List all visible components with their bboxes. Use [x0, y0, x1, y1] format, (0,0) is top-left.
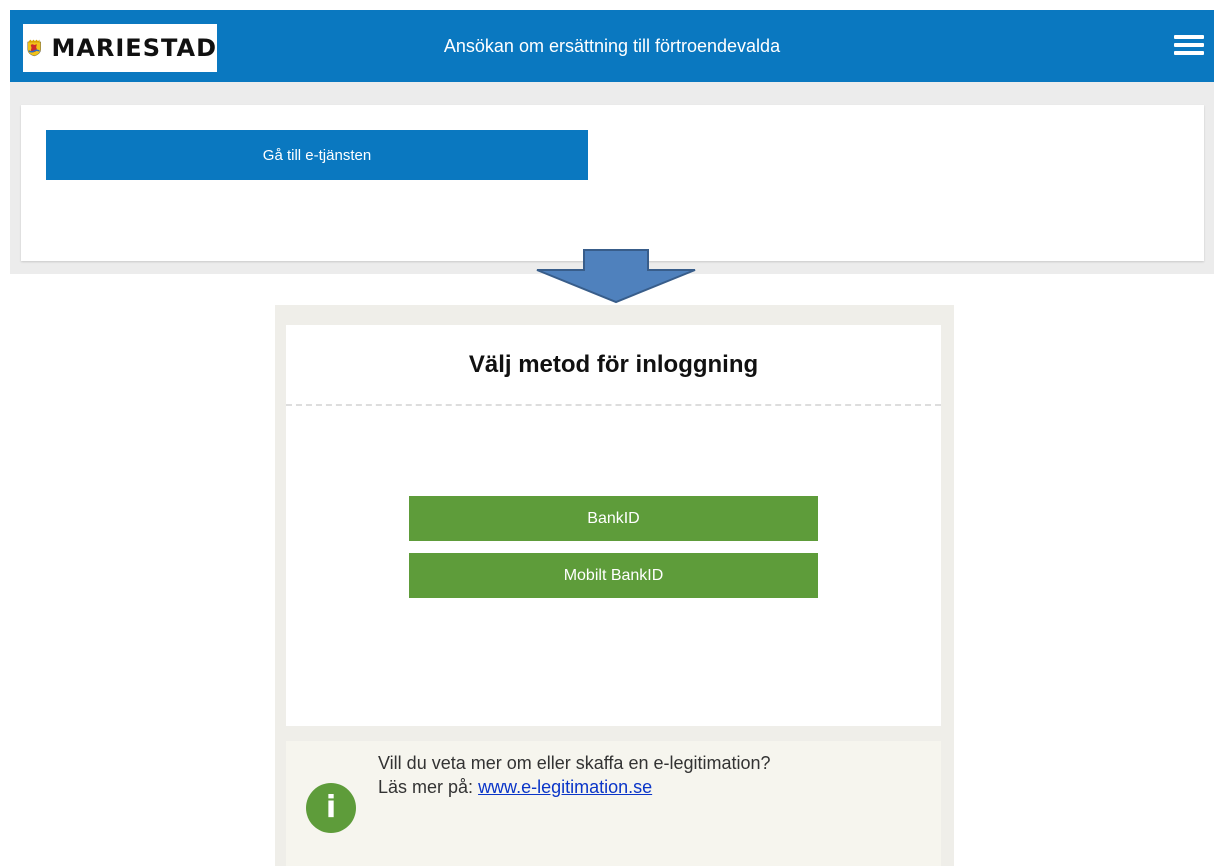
info-icon: i	[306, 783, 356, 833]
divider	[286, 404, 941, 406]
info-text: Vill du veta mer om eller skaffa en e-le…	[378, 751, 771, 799]
bankid-button[interactable]: BankID	[409, 496, 818, 541]
goto-e-service-button[interactable]: Gå till e-tjänsten	[46, 130, 588, 180]
login-method-card: Välj metod för inloggning BankID Mobilt …	[286, 325, 941, 726]
info-line-1: Vill du veta mer om eller skaffa en e-le…	[378, 753, 771, 773]
login-title: Välj metod för inloggning	[468, 351, 759, 378]
mobilt-bankid-button[interactable]: Mobilt BankID	[409, 553, 818, 598]
info-line-2: Läs mer på: www.e-legitimation.se	[378, 775, 771, 799]
site-header: MARIESTAD Ansökan om ersättning till för…	[10, 10, 1214, 82]
info-line-2-prefix: Läs mer på:	[378, 777, 474, 797]
page-title: Ansökan om ersättning till förtroendeval…	[443, 36, 781, 56]
arrow-down-icon	[536, 249, 696, 304]
e-legitimation-info-box: i Vill du veta mer om eller skaffa en e-…	[286, 741, 941, 866]
e-service-card: Gå till e-tjänsten	[21, 105, 1204, 261]
hamburger-icon[interactable]	[1174, 35, 1204, 59]
e-legitimation-link[interactable]: www.e-legitimation.se	[478, 777, 652, 797]
